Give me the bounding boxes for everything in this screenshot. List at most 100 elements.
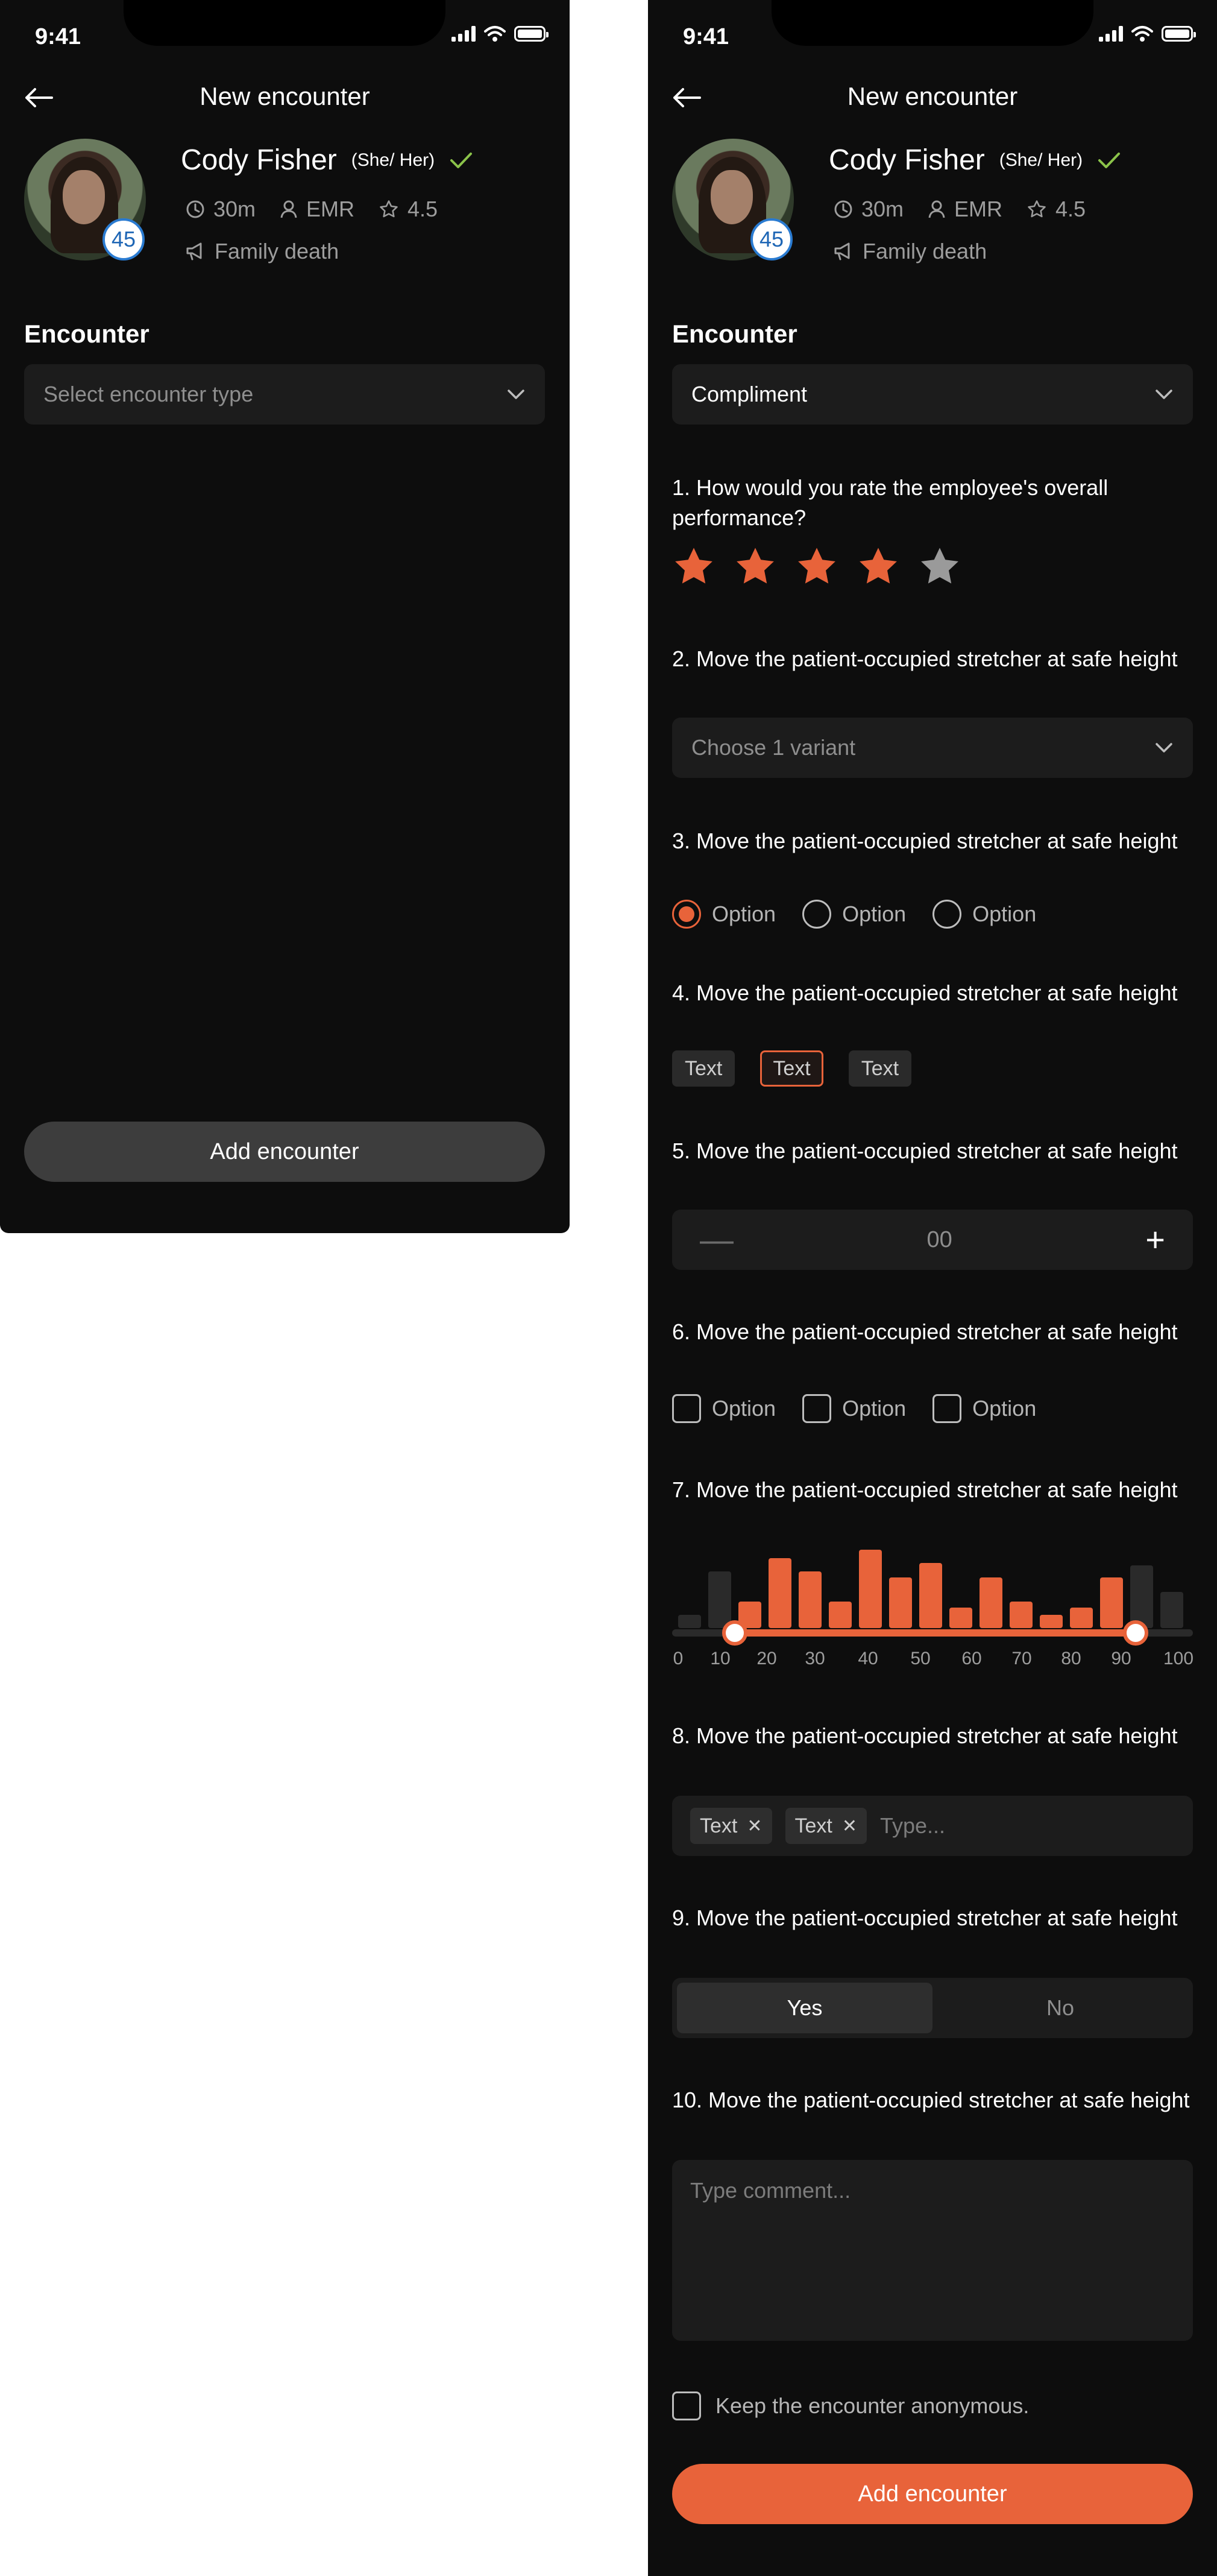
- histogram-bar: [769, 1558, 791, 1628]
- add-encounter-button[interactable]: Add encounter: [672, 2464, 1193, 2524]
- question-3-label: 3. Move the patient-occupied stretcher a…: [672, 829, 1178, 853]
- tag-input-placeholder[interactable]: Type...: [880, 1813, 945, 1839]
- tick-label: 80: [1061, 1649, 1081, 1668]
- checkbox[interactable]: [932, 1394, 962, 1423]
- histogram-bar: [799, 1571, 822, 1628]
- phone-screen-filled: 9:41 New encounter 45 Cody Fisher (She/ …: [648, 0, 1217, 2576]
- signal-icon: [1099, 26, 1123, 42]
- verified-check-icon: [450, 152, 473, 168]
- variant-placeholder: Choose 1 variant: [691, 735, 856, 760]
- comment-textarea[interactable]: Type comment...: [672, 2160, 1193, 2341]
- patient-name: Cody Fisher: [181, 144, 337, 176]
- encounter-type-select[interactable]: Select encounter type: [24, 364, 545, 425]
- star-outline-icon: [1028, 200, 1046, 218]
- anonymous-option[interactable]: Keep the encounter anonymous.: [672, 2391, 1029, 2420]
- radio-button-selected[interactable]: [672, 900, 701, 929]
- range-slider-fill: [734, 1629, 1136, 1637]
- chip-selected[interactable]: Text: [760, 1050, 823, 1087]
- star-icon[interactable]: [795, 545, 838, 589]
- star-empty-icon[interactable]: [918, 545, 961, 589]
- source: EMR: [306, 197, 355, 221]
- tick-label: 20: [756, 1649, 777, 1668]
- radio-option[interactable]: Option: [932, 900, 1036, 929]
- selected-encounter-type: Compliment: [691, 382, 808, 406]
- star-icon[interactable]: [734, 545, 777, 589]
- chevron-down-icon: [508, 390, 524, 399]
- reason-text: Family death: [215, 239, 339, 264]
- tick-label: 50: [910, 1649, 931, 1668]
- rating-stars: [672, 545, 961, 589]
- yes-option[interactable]: Yes: [677, 1983, 932, 2033]
- encounter-heading: Encounter: [24, 320, 149, 348]
- remove-tag-icon[interactable]: ✕: [747, 1816, 762, 1837]
- histogram-bar: [889, 1577, 912, 1628]
- person-icon: [928, 200, 945, 218]
- question-4-label: 4. Move the patient-occupied stretcher a…: [672, 980, 1178, 1005]
- histogram-bar: [949, 1608, 972, 1628]
- wifi-icon: [1131, 26, 1153, 42]
- question-6-label: 6. Move the patient-occupied stretcher a…: [672, 1319, 1178, 1344]
- tick-label: 0: [673, 1649, 684, 1668]
- star-outline-icon: [380, 200, 398, 218]
- page-title: New encounter: [847, 82, 1018, 110]
- status-time: 9:41: [35, 24, 81, 49]
- radio-option[interactable]: Option: [802, 900, 906, 929]
- histogram-bar: [1160, 1592, 1183, 1628]
- histogram-bar: [678, 1615, 701, 1628]
- encounter-type-select[interactable]: Compliment: [672, 364, 1193, 425]
- question-8-label: 8. Move the patient-occupied stretcher a…: [672, 1723, 1178, 1748]
- device-notch: [124, 0, 445, 46]
- anonymous-label: Keep the encounter anonymous.: [715, 2393, 1030, 2418]
- checkbox[interactable]: [672, 1394, 701, 1423]
- device-notch: [772, 0, 1093, 46]
- signal-icon: [451, 26, 476, 42]
- select-placeholder: Select encounter type: [43, 382, 254, 406]
- checkbox-option[interactable]: Option: [932, 1394, 1036, 1423]
- histogram-bar: [1100, 1577, 1123, 1628]
- patient-meta: 30m EMR 4.5: [186, 197, 438, 222]
- histogram-bar: [708, 1571, 731, 1628]
- star-icon[interactable]: [857, 545, 900, 589]
- histogram-bar: [1010, 1602, 1033, 1628]
- checkbox[interactable]: [802, 1394, 832, 1423]
- checkbox-option[interactable]: Option: [802, 1394, 906, 1423]
- range-slider-track[interactable]: [672, 1620, 1193, 1646]
- tick-label: 60: [961, 1649, 982, 1668]
- no-option[interactable]: No: [932, 1983, 1188, 2033]
- histogram-bar: [1130, 1565, 1153, 1628]
- minus-button[interactable]: —: [700, 1223, 734, 1257]
- range-slider-thumb-high[interactable]: [1122, 1620, 1148, 1646]
- anonymous-checkbox[interactable]: [672, 2391, 701, 2420]
- add-encounter-button[interactable]: Add encounter: [24, 1122, 545, 1182]
- clock-icon: [186, 200, 204, 218]
- variant-select[interactable]: Choose 1 variant: [672, 718, 1193, 778]
- reason-text: Family death: [863, 239, 987, 264]
- tick-label: 90: [1111, 1649, 1131, 1668]
- checkbox-option[interactable]: Option: [672, 1394, 776, 1423]
- stepper-value[interactable]: 00: [927, 1227, 952, 1253]
- histogram-bar: [1040, 1615, 1063, 1628]
- patient-name-row: Cody Fisher (She/ Her): [829, 144, 1121, 177]
- star-icon[interactable]: [672, 545, 715, 589]
- radio-button[interactable]: [932, 900, 962, 929]
- range-slider-thumb-low[interactable]: [722, 1620, 747, 1646]
- histogram-bar: [1070, 1608, 1093, 1628]
- megaphone-icon: [186, 242, 202, 260]
- remove-tag-icon[interactable]: ✕: [842, 1816, 857, 1837]
- radio-button[interactable]: [802, 900, 832, 929]
- radio-option[interactable]: Option: [672, 900, 776, 929]
- chip[interactable]: Text: [672, 1050, 735, 1087]
- status-time: 9:41: [683, 24, 729, 49]
- duration: 30m: [861, 197, 904, 221]
- plus-button[interactable]: +: [1145, 1223, 1165, 1257]
- encounter-reason: Family death: [834, 239, 987, 264]
- clock-icon: [834, 200, 852, 218]
- chevron-down-icon: [1156, 390, 1172, 399]
- question-5-label: 5. Move the patient-occupied stretcher a…: [672, 1138, 1178, 1163]
- checkbox-group: Option Option Option: [672, 1394, 1036, 1423]
- question-2-label: 2. Move the patient-occupied stretcher a…: [672, 646, 1178, 671]
- tag-input[interactable]: Text ✕ Text ✕ Type...: [672, 1796, 1193, 1856]
- encounter-reason: Family death: [186, 239, 339, 264]
- patient-name: Cody Fisher: [829, 144, 985, 176]
- chip[interactable]: Text: [848, 1050, 912, 1087]
